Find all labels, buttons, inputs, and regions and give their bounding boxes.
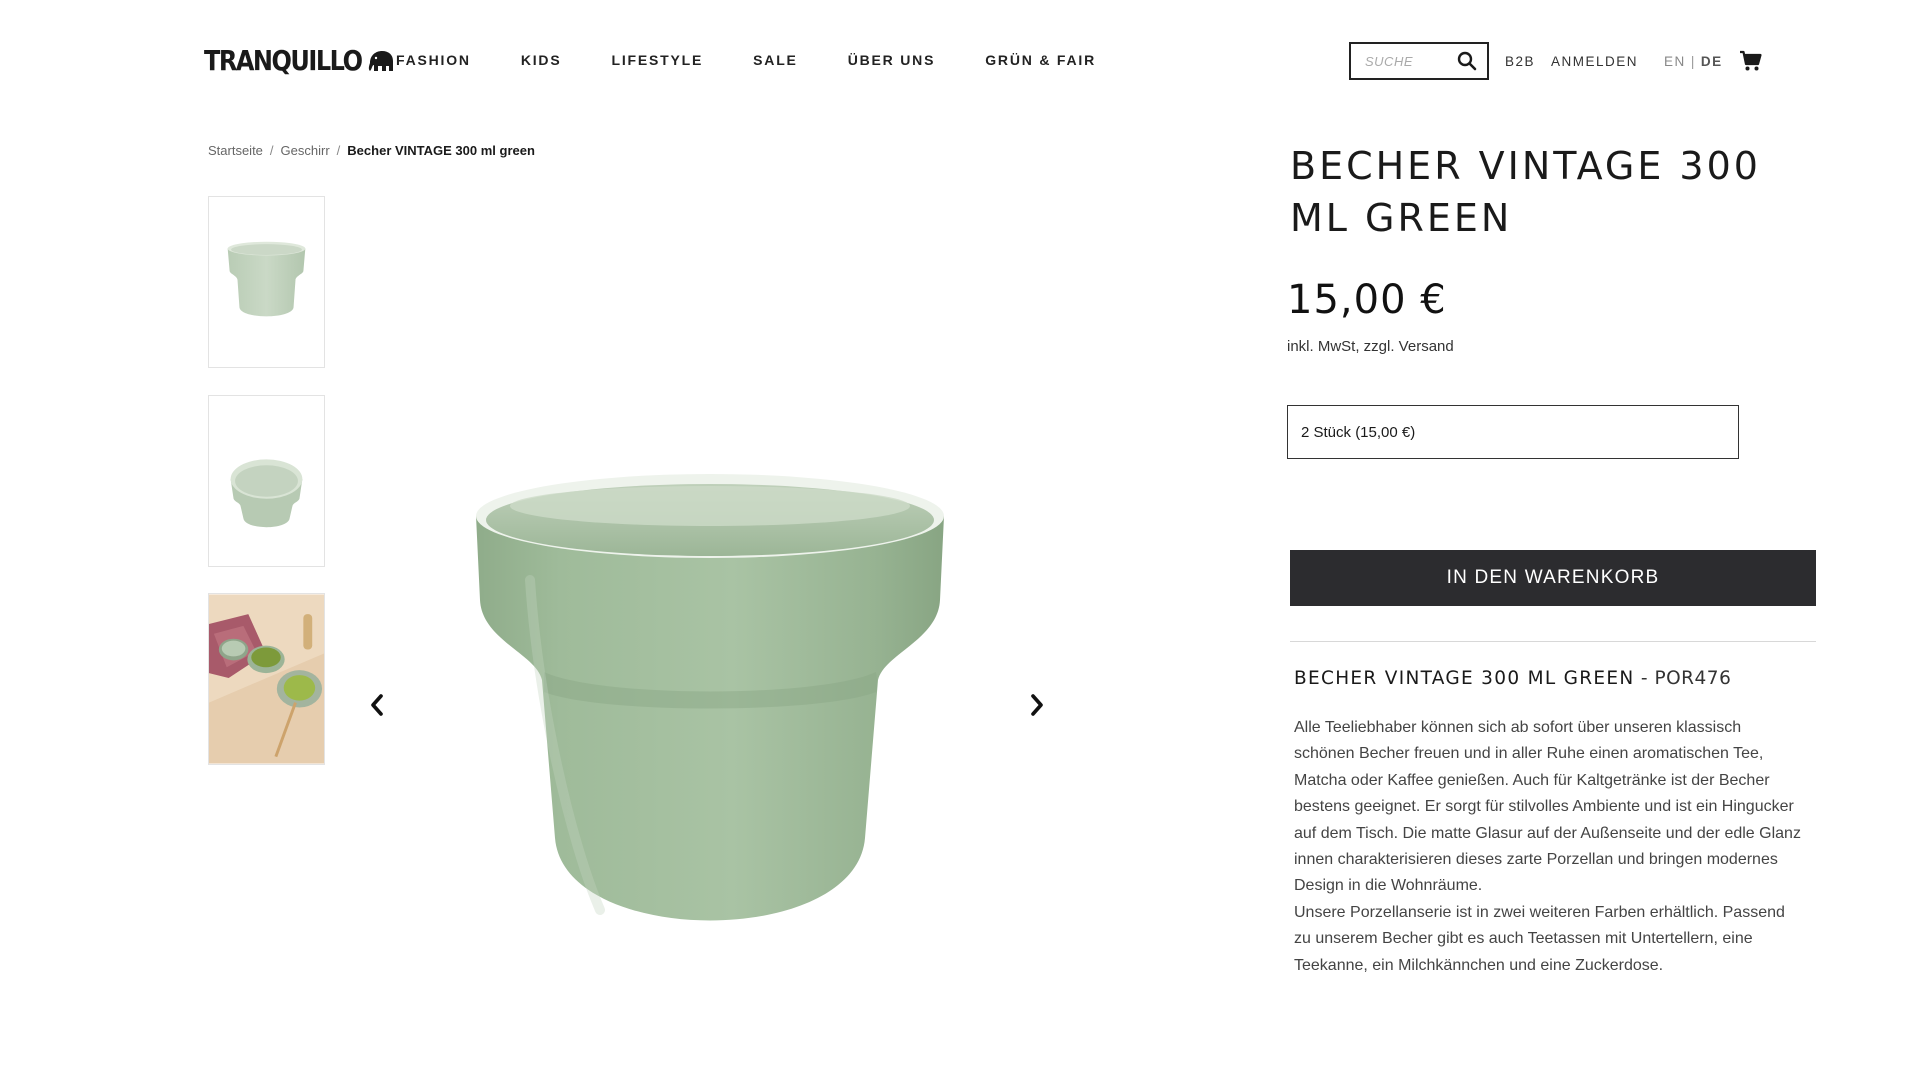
lang-de[interactable]: DE (1701, 54, 1723, 69)
search-box (1349, 42, 1489, 80)
nav-item-lifestyle[interactable]: LIFESTYLE (611, 52, 703, 68)
thumbnail-2[interactable] (208, 395, 325, 567)
thumbnail-1[interactable] (208, 196, 325, 368)
variant-select-value: 2 Stück (15,00 €) (1301, 423, 1416, 441)
description-title: BECHER VINTAGE 300 ML GREEN - POR476 (1294, 668, 1731, 689)
lang-separator: | (1690, 53, 1696, 69)
lang-en[interactable]: EN (1664, 54, 1686, 69)
breadcrumb-home[interactable]: Startseite (208, 143, 263, 158)
search-icon[interactable] (1457, 51, 1477, 71)
nav-item-sale[interactable]: SALE (753, 52, 798, 68)
product-sku: - POR476 (1634, 668, 1732, 689)
elephant-icon (369, 51, 394, 71)
cart-icon[interactable] (1739, 49, 1763, 73)
logo-text: TRANQUILLO (204, 44, 363, 78)
breadcrumb-separator: / (336, 143, 341, 158)
description-paragraph-1: Alle Teeliebhaber können sich ab sofort … (1294, 719, 1801, 895)
header-utilities: B2B ANMELDEN EN | DE (1349, 42, 1763, 80)
description-title-name: BECHER VINTAGE 300 ML GREEN (1294, 668, 1635, 689)
gallery-next-button[interactable] (1022, 690, 1052, 720)
b2b-link[interactable]: B2B (1505, 54, 1535, 69)
description-paragraph-2: Unsere Porzellanserie ist in zwei weiter… (1294, 903, 1785, 974)
divider (1290, 641, 1816, 642)
language-switcher: EN | DE (1664, 54, 1723, 69)
nav-item-fashion[interactable]: FASHION (396, 52, 471, 68)
product-title: BECHER VINTAGE 300 ML GREEN (1290, 144, 1761, 240)
add-to-cart-button[interactable]: IN DEN WARENKORB (1290, 550, 1816, 606)
thumbnail-image-lifestyle (209, 594, 324, 764)
product-description: Alle Teeliebhaber können sich ab sofort … (1294, 715, 1804, 979)
search-input[interactable] (1365, 53, 1455, 69)
breadcrumb-current: Becher VINTAGE 300 ml green (347, 143, 535, 158)
breadcrumb: Startseite / Geschirr / Becher VINTAGE 3… (208, 143, 535, 158)
thumbnail-image-cup-side (227, 241, 306, 317)
main-nav: FASHION KIDS LIFESTYLE SALE ÜBER UNS GRÜ… (396, 52, 1146, 68)
gallery-prev-button[interactable] (362, 690, 392, 720)
product-price: 15,00 € (1287, 277, 1447, 323)
thumbnail-image-cup-top (230, 459, 303, 528)
logo[interactable]: TRANQUILLO (204, 44, 395, 78)
login-link[interactable]: ANMELDEN (1551, 54, 1638, 69)
nav-item-kids[interactable]: KIDS (521, 52, 562, 68)
chevron-left-icon (371, 694, 383, 716)
breadcrumb-geschirr[interactable]: Geschirr (281, 143, 330, 158)
variant-select[interactable]: 2 Stück (15,00 €) (1287, 405, 1739, 459)
thumbnail-3[interactable] (208, 593, 325, 765)
breadcrumb-separator: / (269, 143, 274, 158)
chevron-right-icon (1031, 694, 1043, 716)
product-main-image (476, 474, 944, 921)
nav-item-gruen-fair[interactable]: GRÜN & FAIR (985, 52, 1096, 68)
nav-item-ueber-uns[interactable]: ÜBER UNS (848, 52, 936, 68)
tax-note: inkl. MwSt, zzgl. Versand (1287, 338, 1454, 355)
